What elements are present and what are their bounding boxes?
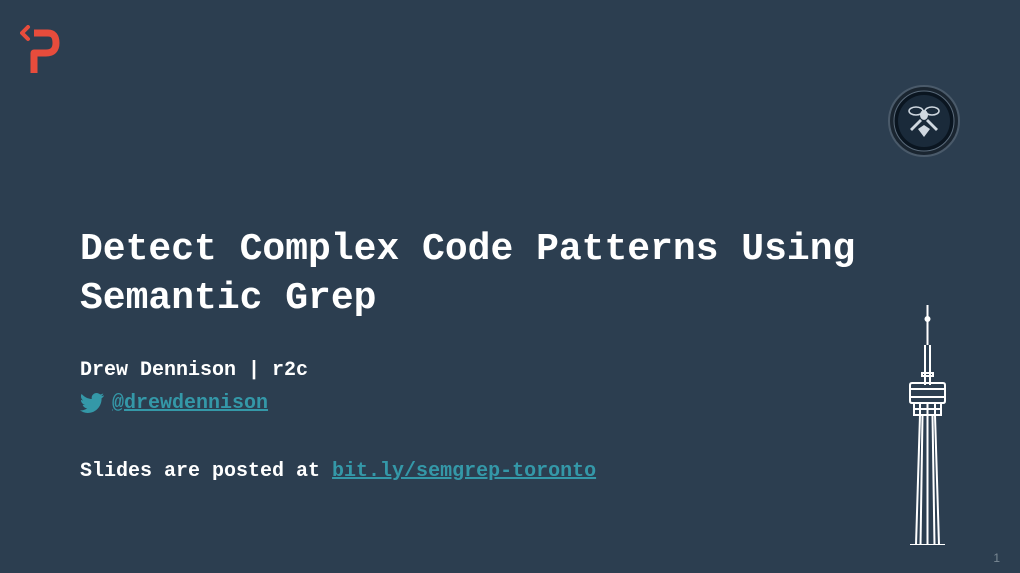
- slides-text: Slides are posted at: [80, 460, 332, 483]
- slide-title: Detect Complex Code Patterns Using Seman…: [80, 225, 940, 324]
- page-number: 1: [993, 551, 1000, 565]
- twitter-line: @drewdennison: [80, 392, 940, 415]
- slides-posted-line: Slides are posted at bit.ly/semgrep-toro…: [80, 460, 940, 483]
- twitter-icon: [80, 393, 104, 413]
- author-line: Drew Dennison | r2c: [80, 359, 940, 382]
- slide-content: Detect Complex Code Patterns Using Seman…: [80, 225, 940, 483]
- owasp-badge-icon: [888, 85, 960, 157]
- owasp-badge: [888, 85, 960, 162]
- cn-tower-decoration: [890, 305, 965, 550]
- logo-r2c: [20, 25, 60, 78]
- twitter-handle-link[interactable]: @drewdennison: [112, 392, 268, 415]
- cn-tower-icon: [890, 305, 965, 545]
- slides-url-link[interactable]: bit.ly/semgrep-toronto: [332, 460, 596, 483]
- r2c-logo-icon: [20, 25, 60, 73]
